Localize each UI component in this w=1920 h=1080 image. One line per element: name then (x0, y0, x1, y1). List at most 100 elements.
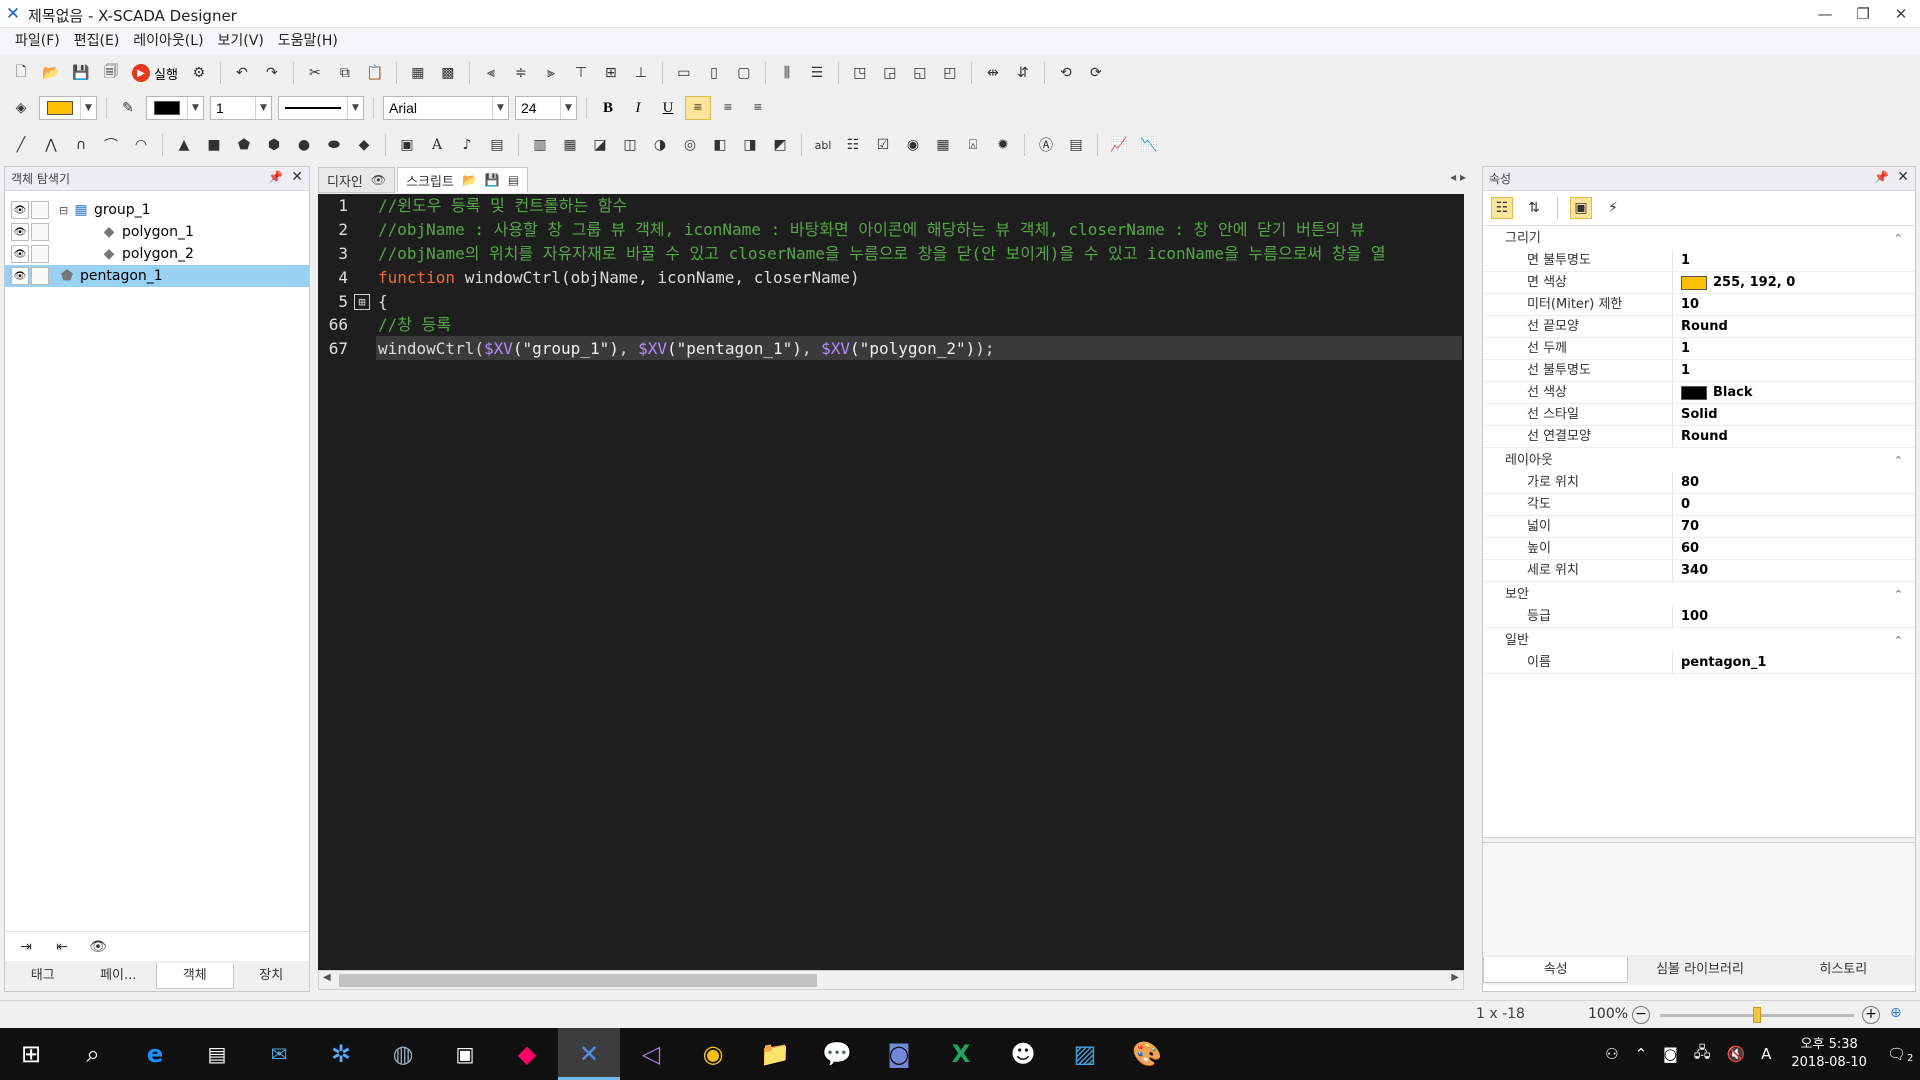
script-editor[interactable]: 1 2 3 4 5 66 67 ⊞ //윈도우 등록 및 컨트롤하는 함수 //… (318, 194, 1464, 970)
close-icon[interactable]: ✕ (1897, 169, 1909, 185)
paste-icon[interactable]: 📋 (364, 62, 386, 84)
radio-tool-icon[interactable]: ◉ (902, 134, 924, 156)
send-backward-icon[interactable]: ◱ (909, 62, 931, 84)
italic-button[interactable]: I (625, 96, 651, 120)
align-middle-icon[interactable]: ⊞ (600, 62, 622, 84)
pin-icon[interactable]: 📌 (268, 170, 283, 184)
trend-tool-icon[interactable]: ◪ (589, 134, 611, 156)
polyline-tool-icon[interactable]: ⋀ (40, 134, 62, 156)
combobox-tool-icon[interactable]: ☷ (842, 134, 864, 156)
chart-tool-icon[interactable]: 📈 (1108, 134, 1130, 156)
tab-page[interactable]: 페이... (81, 963, 157, 989)
pentagon-tool-icon[interactable]: ⬟ (233, 134, 255, 156)
menu-edit[interactable]: 편집(E) (67, 28, 127, 54)
eye-icon[interactable]: 👁 (11, 267, 29, 285)
menu-help[interactable]: 도움말(H) (271, 28, 345, 54)
visual-studio-icon[interactable]: ◁ (620, 1028, 682, 1080)
rectangle-tool-icon[interactable]: ■ (203, 134, 225, 156)
bezier-tool-icon[interactable]: ⌒ (100, 134, 122, 156)
tab-scroll-arrows[interactable]: ◂ ▸ (1450, 170, 1466, 184)
align-center-icon[interactable]: ≑ (510, 62, 532, 84)
category-layout[interactable]: 레이아웃 ⌃ (1483, 450, 1915, 472)
rotate-left-icon[interactable]: ⟲ (1055, 62, 1077, 84)
property-value[interactable]: 70 (1673, 516, 1915, 537)
lock-toggle[interactable] (31, 201, 49, 219)
line-width-select[interactable]: 1 ▼ (210, 96, 272, 120)
curve-tool-icon[interactable]: ∩ (70, 134, 92, 156)
font-family-select[interactable]: Arial ▼ (383, 96, 509, 120)
outdent-icon[interactable]: ⇤ (51, 936, 73, 958)
rotate-right-icon[interactable]: ⟳ (1085, 62, 1107, 84)
pump-tool-icon[interactable]: ◩ (769, 134, 791, 156)
tree-item-polygon-2[interactable]: 👁 ◆ polygon_2 (5, 243, 309, 265)
same-size-icon[interactable]: ▢ (733, 62, 755, 84)
collapse-icon[interactable]: ⊟ (59, 204, 73, 217)
property-value[interactable]: 10 (1673, 294, 1915, 315)
siren-tool-icon[interactable]: ✹ (992, 134, 1014, 156)
align-text-center-button[interactable]: ≡ (715, 96, 741, 120)
property-row[interactable]: 높이 60 (1483, 538, 1915, 560)
open-folder-icon[interactable]: 📂 (462, 173, 477, 187)
line-style-select[interactable]: ▼ (278, 96, 364, 120)
line-color-picker[interactable]: ▼ (146, 96, 204, 120)
close-icon[interactable]: ✕ (291, 169, 303, 185)
align-top-icon[interactable]: ⊤ (570, 62, 592, 84)
save-icon[interactable]: 💾 (485, 173, 500, 187)
media-tool-icon[interactable]: ▤ (486, 134, 508, 156)
eye-icon[interactable]: 👁 (11, 223, 29, 241)
underline-button[interactable]: U (655, 96, 681, 120)
property-value[interactable]: Round (1673, 316, 1915, 337)
send-back-icon[interactable]: ◰ (939, 62, 961, 84)
triangle-tool-icon[interactable]: ▲ (173, 134, 195, 156)
kakaotalk-icon[interactable]: 💬 (806, 1028, 868, 1080)
tab-object[interactable]: 객체 (156, 963, 234, 989)
pencil-icon[interactable]: ✎ (117, 97, 139, 119)
property-row[interactable]: 선 두께 1 (1483, 338, 1915, 360)
table-tool-icon[interactable]: ▤ (1065, 134, 1087, 156)
fill-color-picker[interactable]: ▼ (39, 96, 97, 120)
minimize-button[interactable]: — (1806, 0, 1844, 28)
checkbox-tool-icon[interactable]: ☑ (872, 134, 894, 156)
pin-icon[interactable]: 📌 (1874, 170, 1889, 184)
align-text-right-button[interactable]: ≡ (745, 96, 771, 120)
property-row[interactable]: 이름 pentagon_1 (1483, 652, 1915, 674)
menu-layout[interactable]: 레이아웃(L) (126, 28, 210, 54)
property-row[interactable]: 각도 0 (1483, 494, 1915, 516)
category-draw[interactable]: 그리기 ⌃ (1483, 228, 1915, 250)
folder-icon[interactable]: 📁 (744, 1028, 806, 1080)
property-value[interactable]: pentagon_1 (1673, 652, 1915, 673)
run-button[interactable]: ▶ 실행 (132, 64, 178, 83)
tab-history[interactable]: 히스토리 (1772, 957, 1915, 983)
property-row[interactable]: 선 끝모양 Round (1483, 316, 1915, 338)
restore-button[interactable]: ❐ (1844, 0, 1882, 28)
categorized-icon[interactable]: ☷ (1491, 197, 1513, 219)
alarm-tool-icon[interactable]: ⍓ (962, 134, 984, 156)
group-icon[interactable]: ▦ (407, 62, 429, 84)
eye-icon[interactable]: 👁 (11, 245, 29, 263)
git-icon[interactable]: ◆ (496, 1028, 558, 1080)
tab-symbol-library[interactable]: 심볼 라이브러리 (1628, 957, 1771, 983)
ellipse-tool-icon[interactable]: ⬬ (323, 134, 345, 156)
gauge-tool-icon[interactable]: ◑ (649, 134, 671, 156)
lock-toggle[interactable] (31, 223, 49, 241)
zoom-fit-icon[interactable]: ⊕ (1890, 1005, 1902, 1021)
property-value[interactable]: 340 (1673, 560, 1915, 581)
property-row[interactable]: 등급 100 (1483, 606, 1915, 628)
save-icon[interactable]: 💾 (70, 62, 92, 84)
chevron-up-icon[interactable]: ⌃ (1635, 1045, 1648, 1063)
property-row[interactable]: 가로 위치 80 (1483, 472, 1915, 494)
property-value[interactable]: 1 (1673, 360, 1915, 381)
flip-vertical-icon[interactable]: ⇵ (1012, 62, 1034, 84)
property-value[interactable]: 80 (1673, 472, 1915, 493)
property-value[interactable]: 100 (1673, 606, 1915, 627)
steam-icon[interactable]: ◍ (372, 1028, 434, 1080)
sound-tool-icon[interactable]: ♪ (456, 134, 478, 156)
alphabetical-icon[interactable]: ⇅ (1523, 197, 1545, 219)
save-all-icon[interactable]: 🗐 (100, 62, 122, 84)
textbox-tool-icon[interactable]: abl (812, 134, 834, 156)
notification-icon[interactable]: 🗨 2 (1887, 1045, 1913, 1064)
fold-expand-icon[interactable]: ⊞ (354, 294, 370, 310)
property-value[interactable]: 255, 192, 0 (1673, 272, 1915, 293)
arc-tool-icon[interactable]: ◠ (130, 134, 152, 156)
discord-icon[interactable]: ◙ (868, 1028, 930, 1080)
